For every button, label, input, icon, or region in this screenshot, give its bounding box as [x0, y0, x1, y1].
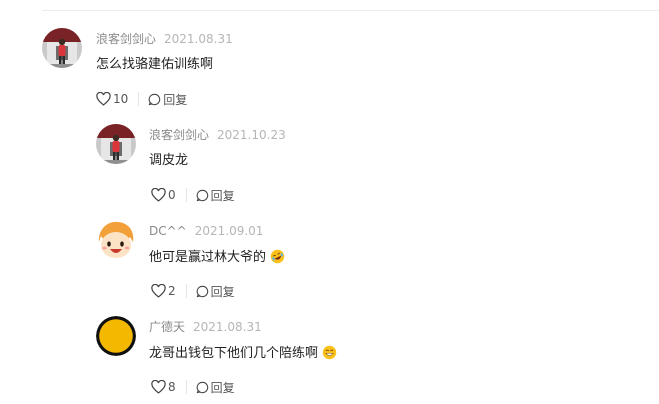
like-button[interactable]: 2 [151, 284, 176, 298]
comment-author[interactable]: 浪客剑剑心 [96, 32, 156, 46]
comment-author[interactable]: DC^^ [149, 224, 187, 238]
comment-author[interactable]: 广德天 [149, 320, 185, 334]
avatar[interactable] [96, 316, 136, 356]
comment-text-row: 龙哥出钱包下他们几个陪练啊 [149, 345, 337, 365]
comment-author[interactable]: 浪客剑剑心 [149, 128, 209, 142]
avatar[interactable] [96, 220, 136, 260]
comment-text-row: 他可是赢过林大爷的 [149, 249, 285, 269]
reply-button[interactable]: 回复 [148, 91, 187, 108]
comment-actions: 8 回复 [151, 379, 235, 395]
reply-button[interactable]: 回复 [196, 187, 235, 204]
speech-bubble-icon [196, 285, 208, 297]
heart-icon [151, 188, 166, 202]
heart-icon [151, 380, 166, 394]
comment-text: 龙哥出钱包下他们几个陪练啊 [149, 346, 319, 361]
speech-bubble-icon [148, 93, 161, 105]
comment-text: 调皮龙 [149, 153, 189, 168]
user-photo-avatar-icon [42, 28, 82, 68]
rolling-laugh-emoji-icon [270, 249, 285, 269]
comment-text: 他可是赢过林大爷的 [149, 250, 267, 265]
like-count: 0 [168, 188, 176, 202]
reply-label: 回复 [210, 380, 235, 395]
avatar[interactable] [96, 124, 136, 164]
reply-button[interactable]: 回复 [196, 379, 235, 396]
cartoon-face-avatar-icon [96, 220, 136, 260]
like-button[interactable]: 0 [151, 188, 176, 202]
comment-actions: 10 回复 [96, 91, 187, 107]
speech-bubble-icon [196, 189, 208, 201]
comment-date: 2021.08.31 [164, 32, 233, 46]
comment-text: 怎么找骆建佑训练啊 [96, 57, 214, 72]
like-count: 10 [113, 92, 129, 106]
action-divider [185, 188, 187, 202]
user-photo-avatar-icon [96, 124, 136, 164]
reply-label: 回复 [210, 284, 235, 299]
comment-date: 2021.10.23 [217, 128, 286, 142]
avatar[interactable] [42, 28, 82, 68]
reply-label: 回复 [210, 188, 235, 203]
comment-actions: 0 回复 [151, 187, 235, 203]
like-count: 8 [168, 380, 176, 394]
action-divider [138, 92, 140, 106]
comment-date: 2021.09.01 [194, 224, 264, 238]
action-divider [185, 380, 187, 394]
yellow-circle-avatar-icon [96, 316, 136, 356]
grinning-emoji-icon [322, 345, 337, 365]
reply-button[interactable]: 回复 [196, 283, 235, 300]
top-divider [42, 10, 659, 11]
like-count: 2 [168, 284, 176, 298]
like-button[interactable]: 10 [96, 92, 128, 106]
heart-icon [151, 284, 166, 298]
speech-bubble-icon [196, 381, 208, 393]
reply-label: 回复 [163, 92, 188, 107]
comment-date: 2021.08.31 [193, 320, 262, 334]
heart-icon [96, 92, 111, 106]
action-divider [185, 284, 187, 298]
like-button[interactable]: 8 [151, 380, 176, 394]
comment-actions: 2 回复 [151, 283, 235, 299]
